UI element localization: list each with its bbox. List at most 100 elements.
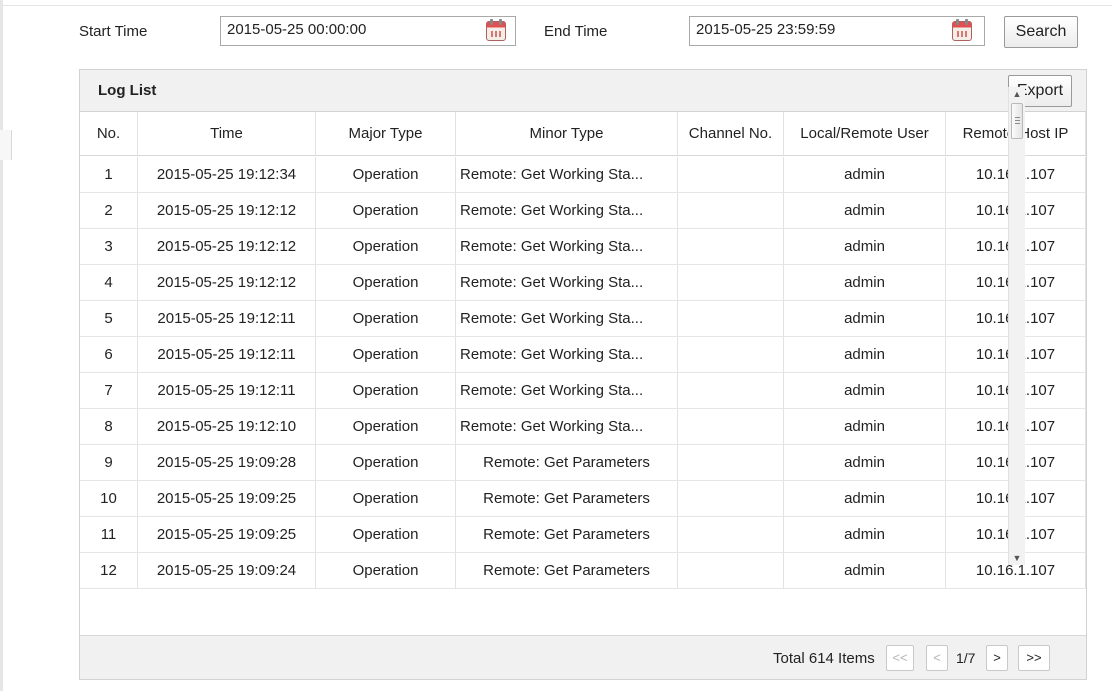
- cell-no: 11: [80, 517, 138, 552]
- cell-time: 2015-05-25 19:12:11: [138, 337, 316, 372]
- last-page-button[interactable]: >>: [1018, 645, 1050, 671]
- cell-time: 2015-05-25 19:12:12: [138, 193, 316, 228]
- column-header-major-type[interactable]: Major Type: [316, 112, 456, 155]
- column-header-minor-type[interactable]: Minor Type: [456, 112, 678, 155]
- table-row[interactable]: 1 2015-05-25 19:12:34 Operation Remote: …: [80, 157, 1086, 193]
- column-header-no[interactable]: No.: [80, 112, 138, 155]
- cell-channel: [678, 409, 784, 444]
- cell-minor-type: Remote: Get Parameters: [456, 445, 678, 480]
- scroll-down-icon[interactable]: ▼: [1009, 551, 1025, 565]
- cell-minor-type: Remote: Get Working Sta...: [456, 229, 678, 264]
- cell-major-type: Operation: [316, 517, 456, 552]
- start-time-input[interactable]: 2015-05-25 00:00:00: [220, 16, 516, 46]
- cell-major-type: Operation: [316, 157, 456, 192]
- cell-channel: [678, 445, 784, 480]
- previous-page-button[interactable]: <: [926, 645, 948, 671]
- cell-minor-type: Remote: Get Working Sta...: [456, 301, 678, 336]
- cell-channel: [678, 229, 784, 264]
- panel-title: Log List: [98, 82, 157, 99]
- table-row[interactable]: 3 2015-05-25 19:12:12 Operation Remote: …: [80, 229, 1086, 265]
- calendar-icon[interactable]: [486, 19, 506, 41]
- cell-user: admin: [784, 265, 946, 300]
- scroll-thumb[interactable]: [1011, 103, 1023, 139]
- table-row[interactable]: 10 2015-05-25 19:09:25 Operation Remote:…: [80, 481, 1086, 517]
- cell-user: admin: [784, 553, 946, 588]
- cell-no: 6: [80, 337, 138, 372]
- cell-major-type: Operation: [316, 445, 456, 480]
- cell-major-type: Operation: [316, 229, 456, 264]
- cell-time: 2015-05-25 19:09:25: [138, 517, 316, 552]
- cell-user: admin: [784, 481, 946, 516]
- calendar-icon[interactable]: [952, 19, 972, 41]
- column-header-channel-no[interactable]: Channel No.: [678, 112, 784, 155]
- cell-no: 5: [80, 301, 138, 336]
- cell-no: 3: [80, 229, 138, 264]
- table-scrollbar[interactable]: ▲ ▼: [1008, 87, 1025, 565]
- cell-no: 2: [80, 193, 138, 228]
- start-time-label: Start Time: [79, 23, 148, 40]
- cell-time: 2015-05-25 19:12:12: [138, 265, 316, 300]
- cell-channel: [678, 337, 784, 372]
- cell-minor-type: Remote: Get Parameters: [456, 553, 678, 588]
- table-row[interactable]: 11 2015-05-25 19:09:25 Operation Remote:…: [80, 517, 1086, 553]
- table-row[interactable]: 5 2015-05-25 19:12:11 Operation Remote: …: [80, 301, 1086, 337]
- cell-major-type: Operation: [316, 373, 456, 408]
- cell-no: 8: [80, 409, 138, 444]
- cell-no: 12: [80, 553, 138, 588]
- cell-user: admin: [784, 337, 946, 372]
- cell-time: 2015-05-25 19:09:25: [138, 481, 316, 516]
- cell-user: admin: [784, 193, 946, 228]
- cell-channel: [678, 553, 784, 588]
- cell-time: 2015-05-25 19:12:12: [138, 229, 316, 264]
- cell-minor-type: Remote: Get Working Sta...: [456, 373, 678, 408]
- cell-user: admin: [784, 157, 946, 192]
- page-indicator: 1/7: [956, 650, 976, 666]
- end-time-input[interactable]: 2015-05-25 23:59:59: [689, 16, 985, 46]
- cell-time: 2015-05-25 19:12:11: [138, 373, 316, 408]
- next-page-button[interactable]: >: [986, 645, 1008, 671]
- cell-minor-type: Remote: Get Working Sta...: [456, 409, 678, 444]
- cell-time: 2015-05-25 19:12:11: [138, 301, 316, 336]
- table-row[interactable]: 12 2015-05-25 19:09:24 Operation Remote:…: [80, 553, 1086, 589]
- log-list-header: Log List Export: [80, 70, 1086, 112]
- cell-no: 9: [80, 445, 138, 480]
- cell-no: 10: [80, 481, 138, 516]
- cell-channel: [678, 481, 784, 516]
- cell-channel: [678, 517, 784, 552]
- table-row[interactable]: 6 2015-05-25 19:12:11 Operation Remote: …: [80, 337, 1086, 373]
- search-button[interactable]: Search: [1004, 16, 1078, 48]
- scroll-up-icon[interactable]: ▲: [1009, 87, 1025, 101]
- sidebar-collapse-handle[interactable]: [0, 130, 12, 160]
- cell-major-type: Operation: [316, 265, 456, 300]
- cell-major-type: Operation: [316, 193, 456, 228]
- cell-minor-type: Remote: Get Parameters: [456, 481, 678, 516]
- cell-minor-type: Remote: Get Parameters: [456, 517, 678, 552]
- cell-major-type: Operation: [316, 481, 456, 516]
- column-header-time[interactable]: Time: [138, 112, 316, 155]
- first-page-button[interactable]: <<: [886, 645, 914, 671]
- grip-icon: [1015, 117, 1020, 124]
- cell-channel: [678, 265, 784, 300]
- cell-time: 2015-05-25 19:12:34: [138, 157, 316, 192]
- table-row[interactable]: 8 2015-05-25 19:12:10 Operation Remote: …: [80, 409, 1086, 445]
- cell-major-type: Operation: [316, 337, 456, 372]
- cell-channel: [678, 373, 784, 408]
- cell-minor-type: Remote: Get Working Sta...: [456, 157, 678, 192]
- cell-channel: [678, 193, 784, 228]
- table-row[interactable]: 9 2015-05-25 19:09:28 Operation Remote: …: [80, 445, 1086, 481]
- column-header-user[interactable]: Local/Remote User: [784, 112, 946, 155]
- cell-no: 7: [80, 373, 138, 408]
- end-time-label: End Time: [544, 23, 608, 40]
- table-row[interactable]: 2 2015-05-25 19:12:12 Operation Remote: …: [80, 193, 1086, 229]
- cell-time: 2015-05-25 19:12:10: [138, 409, 316, 444]
- table-row[interactable]: 7 2015-05-25 19:12:11 Operation Remote: …: [80, 373, 1086, 409]
- log-table-body: 1 2015-05-25 19:12:34 Operation Remote: …: [80, 157, 1086, 635]
- total-items-label: Total 614 Items: [773, 650, 875, 667]
- search-bar: Start Time 2015-05-25 00:00:00 End Time …: [0, 14, 1112, 50]
- cell-user: admin: [784, 517, 946, 552]
- table-row[interactable]: 4 2015-05-25 19:12:12 Operation Remote: …: [80, 265, 1086, 301]
- cell-channel: [678, 157, 784, 192]
- cell-major-type: Operation: [316, 409, 456, 444]
- cell-no: 1: [80, 157, 138, 192]
- cell-major-type: Operation: [316, 553, 456, 588]
